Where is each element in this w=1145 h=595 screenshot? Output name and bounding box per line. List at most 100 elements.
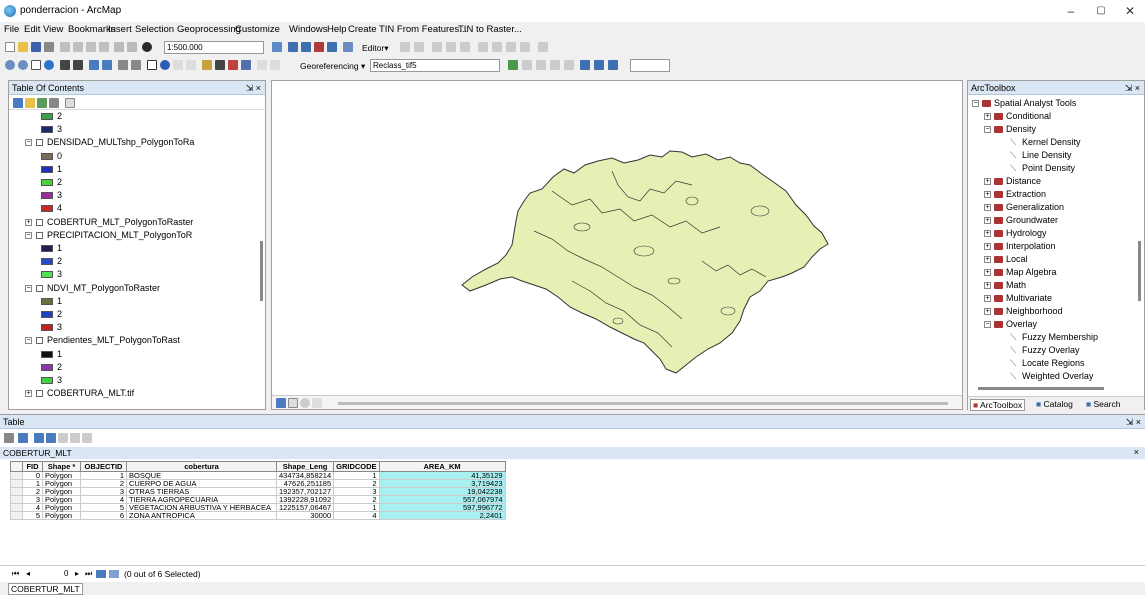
column-header[interactable]: Shape_Leng bbox=[275, 461, 335, 472]
legend-swatch[interactable] bbox=[41, 297, 53, 305]
tab-arctoolbox[interactable]: ■ ArcToolbox bbox=[970, 399, 1026, 411]
table-cell[interactable]: 6 bbox=[80, 511, 127, 520]
tab-search[interactable]: ■ Search bbox=[1084, 399, 1122, 409]
table-cell[interactable]: ZONA ANTROPICA bbox=[126, 511, 277, 520]
first-record-button[interactable]: ⏮ bbox=[12, 569, 19, 579]
delete-icon[interactable] bbox=[99, 42, 109, 52]
menu-customize[interactable]: Customize bbox=[235, 24, 280, 35]
paste-icon[interactable] bbox=[86, 42, 96, 52]
create-viewer-window-icon[interactable] bbox=[270, 60, 280, 70]
list-by-source-icon[interactable] bbox=[25, 98, 35, 108]
html-popup-icon[interactable] bbox=[186, 60, 196, 70]
table-options-icon[interactable] bbox=[4, 433, 14, 443]
cut-icon[interactable] bbox=[60, 42, 70, 52]
layer-expand-toggle[interactable]: − bbox=[25, 284, 32, 292]
toc-pin-close-button[interactable]: ⇲ × bbox=[246, 81, 261, 95]
layer-expand-toggle[interactable]: − bbox=[25, 337, 32, 345]
legend-swatch[interactable] bbox=[41, 363, 53, 371]
menu-windows[interactable]: Windows bbox=[289, 24, 328, 35]
table-row[interactable]: 1 Polygon 2 CUERPO DE AGUA 47626,251185 2 3,71… bbox=[10, 479, 506, 488]
save-icon[interactable] bbox=[31, 42, 41, 52]
layer-expand-toggle[interactable]: − bbox=[25, 139, 32, 147]
tab-catalog[interactable]: ■ Catalog bbox=[1034, 399, 1075, 409]
toolset-expand-toggle[interactable]: + bbox=[984, 269, 991, 276]
table-row[interactable]: 0 Polygon 1 BOSQUE 434734,858214 1 41,35129 bbox=[10, 471, 506, 480]
data-view-icon[interactable] bbox=[276, 398, 286, 408]
catalog-window-icon[interactable] bbox=[301, 42, 311, 52]
row-selector[interactable] bbox=[10, 511, 23, 520]
sketch-tool-icon[interactable] bbox=[414, 42, 424, 52]
toolset-expand-toggle[interactable]: + bbox=[984, 256, 991, 263]
toolset-expand-toggle[interactable]: + bbox=[984, 178, 991, 185]
toolset-expand-toggle[interactable]: + bbox=[984, 282, 991, 289]
table-row[interactable]: 4 Polygon 5 VEGETACION ARBUSTIVA Y HERBACEA… bbox=[10, 503, 506, 512]
straight-segment-icon[interactable] bbox=[432, 42, 442, 52]
layer-name[interactable]: COBERTUR_MLT_PolygonToRaster bbox=[47, 217, 193, 227]
layer-name[interactable]: NDVI_MT_PolygonToRaster bbox=[47, 283, 160, 293]
attributes-icon[interactable] bbox=[506, 42, 516, 52]
layout-view-icon[interactable] bbox=[288, 398, 298, 408]
last-record-button[interactable]: ⏭ bbox=[85, 569, 92, 579]
copy-icon[interactable] bbox=[73, 42, 83, 52]
toolset-item[interactable]: Neighborhood bbox=[1006, 306, 1063, 316]
show-selected-records-icon[interactable] bbox=[109, 570, 119, 578]
fixed-zoom-in-icon[interactable] bbox=[60, 60, 70, 70]
menu-insert[interactable]: Insert bbox=[108, 24, 132, 35]
fixed-zoom-out-icon[interactable] bbox=[73, 60, 83, 70]
toolset-item[interactable]: Groundwater bbox=[1006, 215, 1058, 225]
toolset-expand-toggle[interactable]: − bbox=[984, 126, 991, 133]
study-area-polygon[interactable] bbox=[461, 150, 829, 374]
rotate-tool-icon[interactable] bbox=[492, 42, 502, 52]
table-cell[interactable]: 5 bbox=[22, 511, 43, 520]
toolset-expand-toggle[interactable]: − bbox=[972, 100, 979, 107]
editor-toolbar-icon[interactable] bbox=[272, 42, 282, 52]
layer-visibility-checkbox[interactable] bbox=[36, 337, 43, 345]
legend-swatch[interactable] bbox=[41, 126, 53, 134]
toolset-expand-toggle[interactable]: + bbox=[984, 308, 991, 315]
toolset-item[interactable]: Conditional bbox=[1006, 111, 1051, 121]
view-link-table-icon[interactable] bbox=[580, 60, 590, 70]
select-by-attributes-icon[interactable] bbox=[34, 433, 44, 443]
toolset-item[interactable]: Map Algebra bbox=[1006, 267, 1057, 277]
layer-name[interactable]: Pendientes_MLT_PolygonToRast bbox=[47, 335, 180, 345]
legend-swatch[interactable] bbox=[41, 258, 53, 266]
zoom-out-icon[interactable] bbox=[18, 60, 28, 70]
legend-swatch[interactable] bbox=[41, 113, 53, 120]
toolset-item[interactable]: Distance bbox=[1006, 176, 1041, 186]
edit-tool-icon[interactable] bbox=[400, 42, 410, 52]
menu-file[interactable]: File bbox=[4, 24, 19, 35]
toolset-expand-toggle[interactable]: + bbox=[984, 243, 991, 250]
go-to-xy-icon[interactable] bbox=[241, 60, 251, 70]
toolset-expand-toggle[interactable]: + bbox=[984, 204, 991, 211]
show-all-records-icon[interactable] bbox=[96, 570, 106, 578]
row-selector[interactable] bbox=[10, 495, 23, 504]
tool-item[interactable]: Locate Regions bbox=[1022, 358, 1085, 368]
pause-drawing-icon[interactable] bbox=[312, 398, 322, 408]
toolset-item[interactable]: Local bbox=[1006, 254, 1028, 264]
tool-item[interactable]: Weighted Overlay bbox=[1022, 371, 1093, 381]
column-header[interactable]: FID bbox=[22, 461, 43, 472]
toolset-item[interactable]: Density bbox=[1006, 124, 1036, 134]
map-canvas[interactable] bbox=[272, 81, 962, 395]
related-tables-icon[interactable] bbox=[18, 433, 28, 443]
options-icon[interactable] bbox=[65, 98, 75, 108]
table-cell[interactable]: 30000 bbox=[275, 511, 335, 520]
toolset-item[interactable]: Hydrology bbox=[1006, 228, 1047, 238]
back-extent-icon[interactable] bbox=[89, 60, 99, 70]
print-icon[interactable] bbox=[44, 42, 54, 52]
legend-swatch[interactable] bbox=[41, 205, 53, 213]
effects-icon[interactable] bbox=[608, 60, 618, 70]
legend-swatch[interactable] bbox=[41, 165, 53, 173]
toolset-item[interactable]: Extraction bbox=[1006, 189, 1046, 199]
toolset-item[interactable]: Multivariate bbox=[1006, 293, 1052, 303]
tool-item[interactable]: Fuzzy Overlay bbox=[1022, 345, 1080, 355]
legend-swatch[interactable] bbox=[41, 311, 53, 318]
menu-create-tin-from-features[interactable]: Create TIN From Features... bbox=[348, 24, 467, 35]
tool-item[interactable]: Line Density bbox=[1022, 150, 1072, 160]
toolset-expand-toggle[interactable]: − bbox=[984, 321, 991, 328]
open-folder-icon[interactable] bbox=[18, 42, 28, 52]
tool-item[interactable]: Fuzzy Membership bbox=[1022, 332, 1098, 342]
table-tab-cobertur[interactable]: COBERTUR_MLT bbox=[8, 583, 83, 595]
shift-icon[interactable] bbox=[522, 60, 532, 70]
georef-layer-combo[interactable]: Reclass_tif5 bbox=[370, 59, 500, 72]
